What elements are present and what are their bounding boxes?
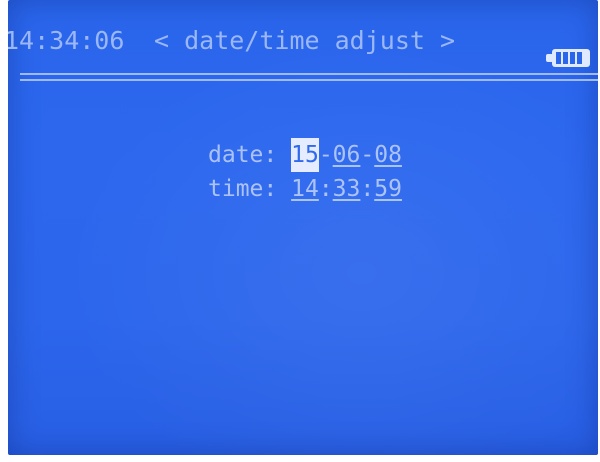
time-row: time: 14:33:59 [208,172,402,206]
date-label: date: [208,142,278,168]
time-separator: : [360,176,375,202]
time-seconds-field[interactable]: 59 [374,172,402,206]
date-separator: - [318,142,333,168]
header-clock: 14:34:06 [8,26,125,55]
datetime-form: date: 15-06-08 time: 14:33:59 [208,138,402,206]
time-label: time: [208,176,278,202]
date-row: date: 15-06-08 [208,138,402,172]
device-frame: 14:34:06 < date/time adjust > date: 15-0… [0,0,600,462]
time-minutes-field[interactable]: 33 [333,172,361,206]
date-day-field[interactable]: 15 [291,138,319,172]
header-divider [20,73,598,82]
battery-full-icon [546,49,592,67]
time-hours-field[interactable]: 14 [291,172,319,206]
header-bar: 14:34:06 < date/time adjust > [8,20,598,67]
screen-title: < date/time adjust > [154,26,456,55]
lcd-screen: 14:34:06 < date/time adjust > date: 15-0… [8,0,598,455]
date-separator: - [360,142,375,168]
date-month-field[interactable]: 06 [333,138,361,172]
time-separator: : [318,176,333,202]
date-year-field[interactable]: 08 [374,138,402,172]
